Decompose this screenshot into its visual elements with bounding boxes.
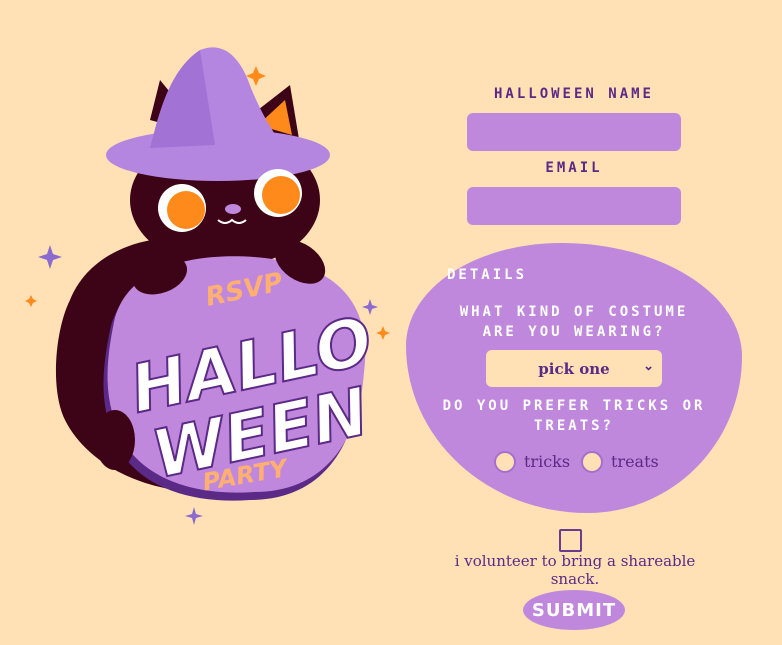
tricks-radio[interactable] [494,451,516,473]
tricks-radio-label: tricks [524,452,571,471]
volunteer-label: i volunteer to bring a shareable snack. [454,552,696,588]
costume-select[interactable]: pick one ⌄ [486,350,662,387]
volunteer-checkbox[interactable] [559,529,582,552]
costume-question: WHAT KIND OF COSTUME ARE YOU WEARING? [440,302,708,342]
costume-question-line1: WHAT KIND OF COSTUME [459,304,689,320]
halloween-name-input[interactable] [467,113,681,151]
email-label: EMAIL [545,160,603,176]
treats-radio[interactable] [581,451,603,473]
chevron-down-icon: ⌄ [643,359,654,374]
tricks-question-line2: TREATS? [533,418,614,434]
sparkle-icon [25,295,37,307]
costume-select-value: pick one [538,359,610,378]
costume-question-line2: ARE YOU WEARING? [482,324,666,340]
treats-radio-label: treats [611,452,659,471]
sparkle-icon [376,326,390,340]
tricks-question: DO YOU PREFER TRICKS OR TREATS? [430,396,718,436]
sparkle-icon [38,245,62,269]
email-input[interactable] [467,187,681,225]
details-label: DETAILS [447,267,528,283]
sparkle-icon [185,507,203,525]
tricks-question-line1: DO YOU PREFER TRICKS OR [442,398,706,414]
submit-button[interactable]: SUBMIT [523,590,625,630]
submit-button-label: SUBMIT [531,599,617,621]
halloween-cat-illustration: RSVP HALLO WEEN PARTY [25,47,390,525]
halloween-name-label: HALLOWEEN NAME [493,86,654,102]
